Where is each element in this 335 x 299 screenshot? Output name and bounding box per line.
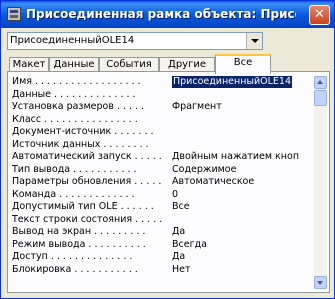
property-value[interactable]: Автоматическое: [172, 176, 254, 188]
tab-strip: Макет Данные События Другие Все: [7, 54, 327, 74]
property-value[interactable]: Двойным нажатием кноп: [172, 151, 299, 163]
property-value[interactable]: Да: [172, 251, 185, 263]
property-row[interactable]: Данные . . . . . . . . . . . . . .: [12, 89, 312, 102]
property-name: Документ-источник . . . . . . .: [12, 126, 154, 137]
property-row[interactable]: Источник данных . . . . . . . .: [12, 139, 312, 152]
property-row[interactable]: Класс . . . . . . . . . . . . . . . .: [12, 114, 312, 127]
property-row[interactable]: Блокировка . . . . . . . . . . . Нет: [12, 264, 312, 277]
properties-window: Присоединенная рамка объекта: Присоедина…: [0, 0, 335, 299]
property-row[interactable]: Автоматический запуск . . . . . Двойным н…: [12, 151, 312, 164]
scroll-down-icon[interactable]: [314, 276, 327, 289]
property-name: Автоматический запуск . . . . .: [12, 151, 162, 162]
property-list: Имя . . . . . . . . . . . . . . . . . . П…: [12, 76, 312, 276]
property-value[interactable]: Фрагмент: [172, 101, 222, 113]
property-name: Параметры обновления . . . . .: [12, 176, 162, 187]
vertical-scrollbar[interactable]: [314, 76, 327, 289]
chevron-down-icon[interactable]: [246, 33, 262, 49]
property-name: Класс . . . . . . . . . . . . . . . .: [12, 113, 138, 125]
property-row[interactable]: Допустимый тип OLE . . . . . . Все: [12, 201, 312, 214]
scroll-thumb[interactable]: [314, 90, 327, 106]
property-value[interactable]: 0: [172, 189, 178, 201]
property-row[interactable]: Режим вывода . . . . . . . . . . Всегда: [12, 239, 312, 252]
property-name: Установка размеров . . . . .: [12, 101, 145, 112]
window-title: Присоединенная рамка объекта: Присоедина…: [26, 7, 296, 21]
property-row[interactable]: Тип вывода . . . . . . . . . . . Содержим…: [12, 164, 312, 177]
property-name: Вывод на экран . . . . . . . . .: [12, 226, 146, 237]
property-name: Тип вывода . . . . . . . . . . .: [12, 163, 137, 175]
property-row[interactable]: Параметры обновления . . . . . Автоматиче…: [12, 176, 312, 189]
property-row[interactable]: Команда . . . . . . . . . . . . . 0: [12, 189, 312, 202]
property-name: Команда . . . . . . . . . . . . .: [12, 188, 135, 200]
tab-all[interactable]: Все: [215, 54, 271, 74]
property-value[interactable]: Содержимое: [172, 164, 236, 176]
property-name: Имя . . . . . . . . . . . . . . . . . .: [12, 76, 141, 87]
property-name: Режим вывода . . . . . . . . . .: [12, 238, 146, 250]
property-value[interactable]: Да: [172, 226, 185, 238]
form-icon: [7, 7, 21, 21]
properties-panel: Имя . . . . . . . . . . . . . . . . . . П…: [7, 71, 330, 293]
property-row[interactable]: Вывод на экран . . . . . . . . . Да: [12, 226, 312, 239]
property-row[interactable]: Имя . . . . . . . . . . . . . . . . . . П…: [12, 76, 312, 89]
property-value[interactable]: Всегда: [172, 239, 207, 251]
property-row[interactable]: Установка размеров . . . . . Фрагмент: [12, 101, 312, 114]
close-button[interactable]: ✕: [309, 5, 330, 25]
property-value[interactable]: Все: [172, 201, 190, 213]
scroll-up-icon[interactable]: [314, 76, 327, 89]
property-name: Текст строки состояния . . . . .: [12, 213, 163, 225]
property-row[interactable]: Доступ . . . . . . . . . . . . . . Да: [12, 251, 312, 264]
property-name: Блокировка . . . . . . . . . . .: [12, 263, 138, 275]
object-selector-value: ПрисоединенныйOLE14: [10, 35, 135, 46]
property-value-input[interactable]: ПрисоединенныйOLE14: [172, 76, 292, 88]
property-value[interactable]: Нет: [172, 264, 191, 276]
property-row[interactable]: Документ-источник . . . . . . .: [12, 126, 312, 139]
title-bar[interactable]: Присоединенная рамка объекта: Присоедина…: [1, 1, 334, 28]
property-name: Данные . . . . . . . . . . . . . .: [12, 88, 136, 100]
property-name: Доступ . . . . . . . . . . . . . .: [12, 251, 133, 262]
property-name: Источник данных . . . . . . . .: [12, 138, 149, 150]
object-selector[interactable]: ПрисоединенныйOLE14: [7, 32, 263, 50]
property-row[interactable]: Текст строки состояния . . . . .: [12, 214, 312, 227]
property-name: Допустимый тип OLE . . . . . .: [12, 201, 154, 212]
